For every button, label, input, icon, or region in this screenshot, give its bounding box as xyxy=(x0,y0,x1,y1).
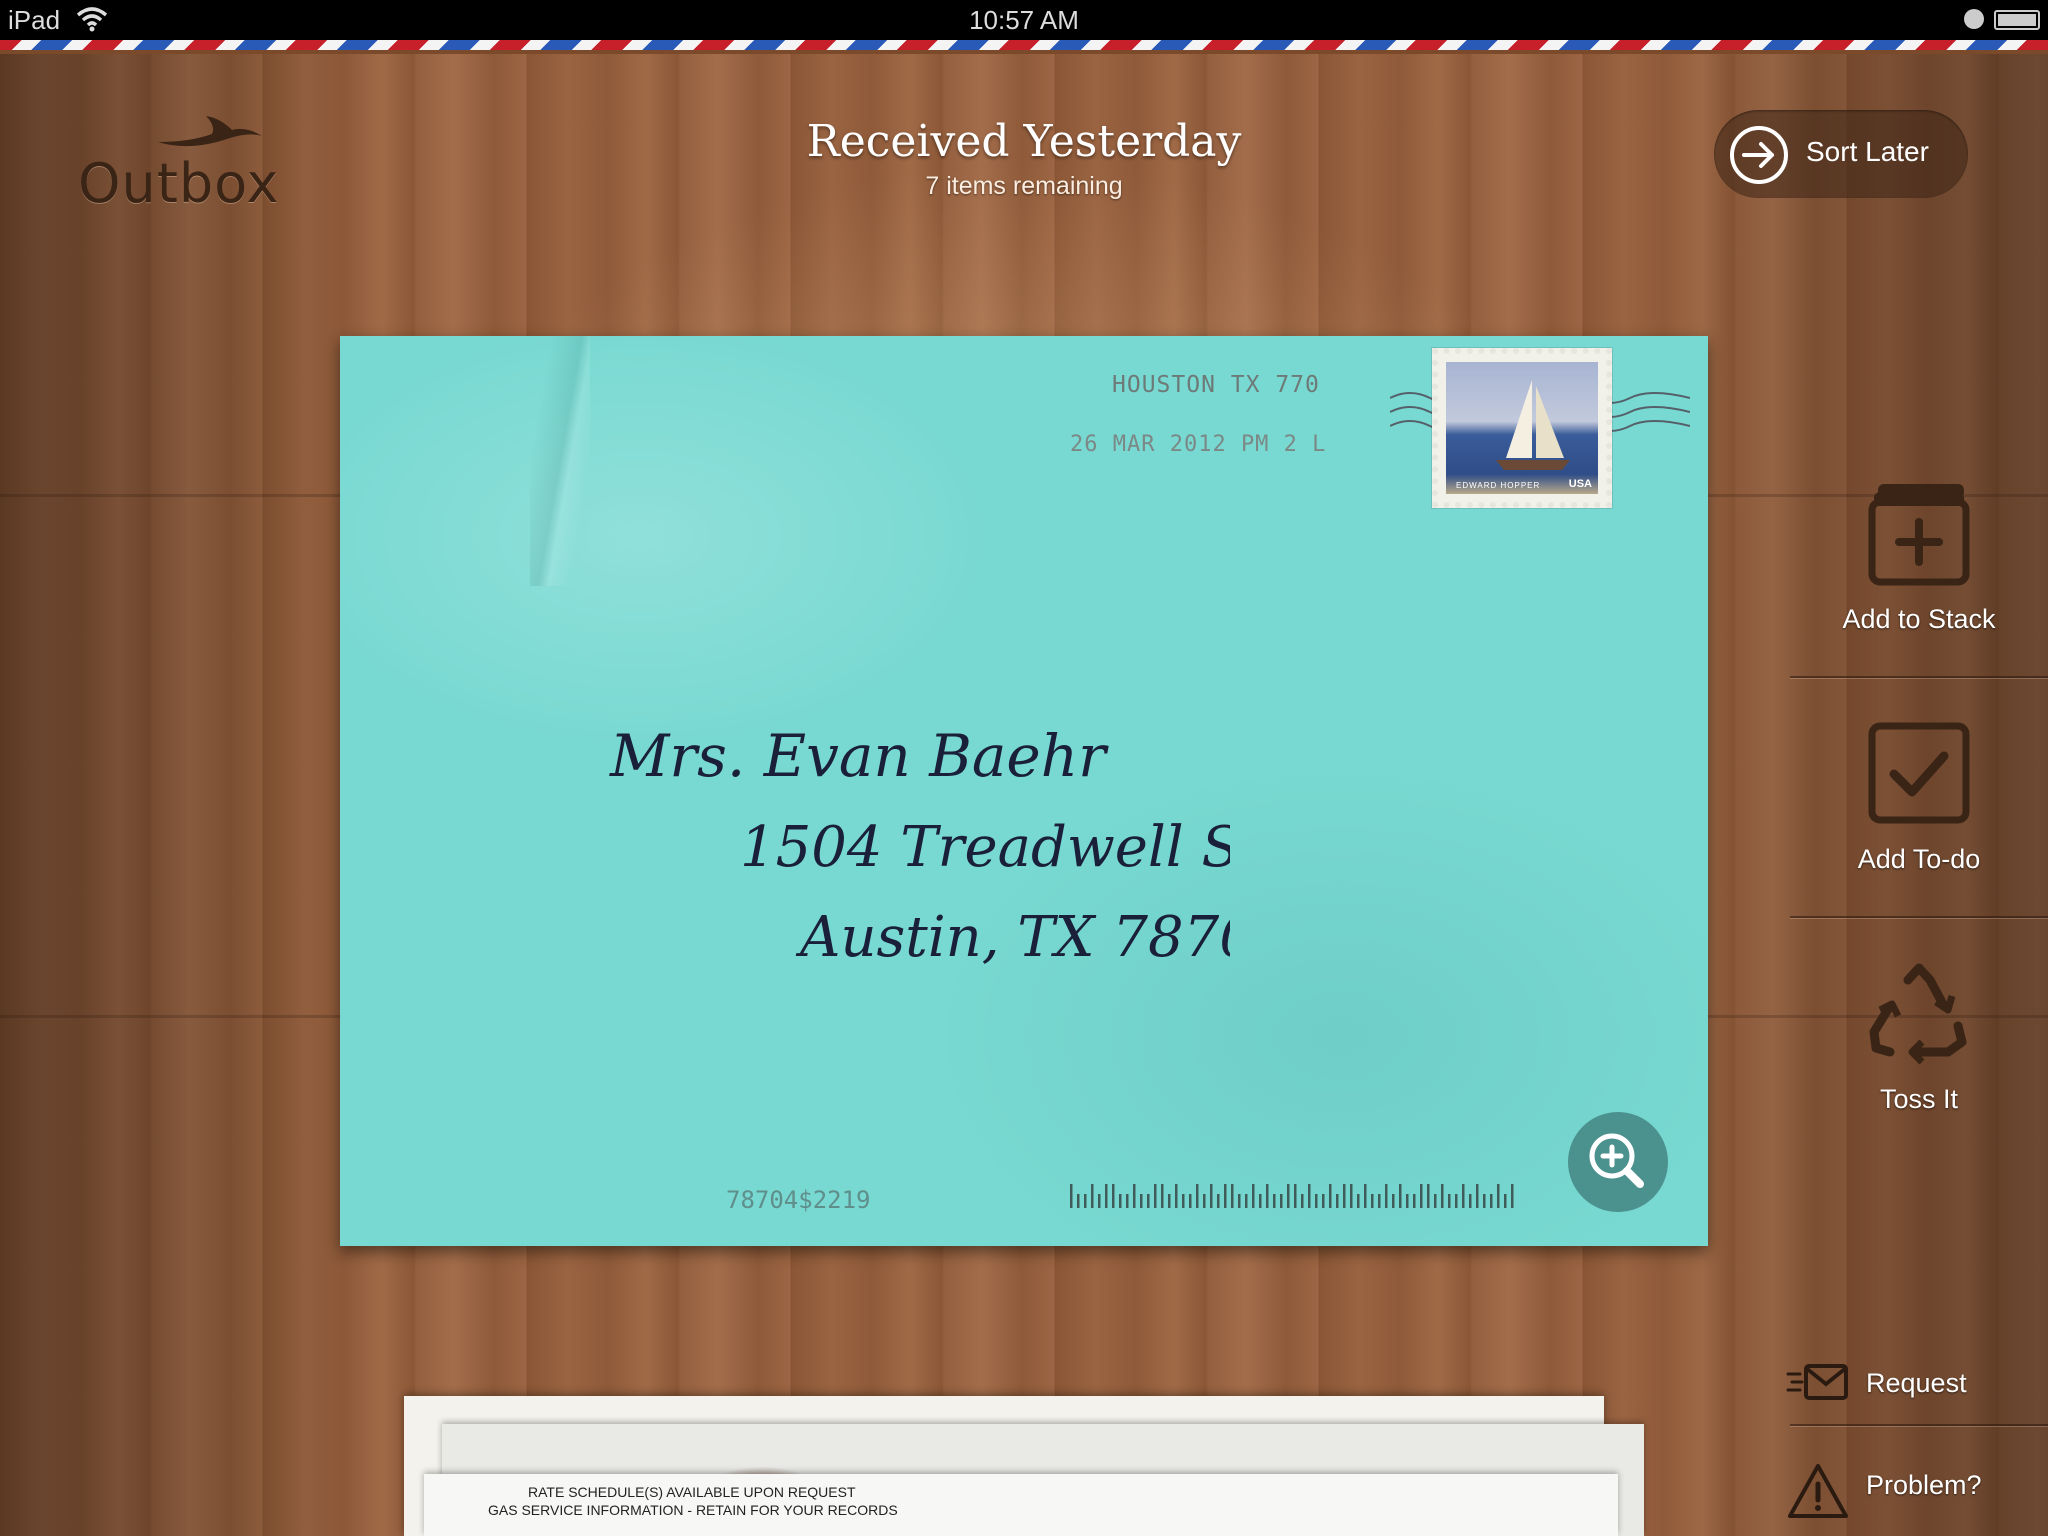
arrow-circle-right-icon xyxy=(1730,126,1788,184)
zoom-button[interactable] xyxy=(1568,1112,1668,1212)
postmark-city: HOUSTON TX 770 xyxy=(1112,372,1320,398)
add-to-stack-button[interactable]: Add to Stack xyxy=(1790,480,2048,635)
problem-label: Problem? xyxy=(1866,1470,1982,1500)
request-label: Request xyxy=(1866,1368,1967,1398)
printed-zip-code: 78704$2219 xyxy=(726,1186,871,1214)
address-line-1: Mrs. Evan Baehr xyxy=(609,722,1109,790)
handwritten-address: Mrs. Evan Baehr 1504 Treadwell Street Au… xyxy=(609,722,1230,970)
toss-it-label: Toss It xyxy=(1879,1084,1959,1114)
problem-button[interactable]: Problem? xyxy=(1786,1456,2048,1518)
mail-item-envelope[interactable]: HOUSTON TX 770 26 MAR 2012 PM 2 L EDWARD… xyxy=(340,336,1708,1246)
status-bar: iPad 10:57 AM xyxy=(0,0,2048,40)
airmail-stripe xyxy=(0,40,2048,50)
action-divider xyxy=(1790,676,2048,678)
add-todo-button[interactable]: Add To-do xyxy=(1790,720,2048,875)
sort-later-button[interactable]: Sort Later xyxy=(1714,110,1968,198)
postal-barcode xyxy=(1070,1184,1514,1208)
sailboat-stamp-image: EDWARD HOPPER USA xyxy=(1446,362,1598,494)
recycle-icon xyxy=(1869,963,1967,1065)
action-divider xyxy=(1790,916,2048,918)
request-button[interactable]: Request xyxy=(1786,1354,2048,1414)
zoom-in-icon xyxy=(1589,1133,1644,1188)
bill-line-1: RATE SCHEDULE(S) AVAILABLE UPON REQUEST xyxy=(528,1484,856,1500)
add-todo-label: Add To-do xyxy=(1857,844,1981,874)
address-line-2: 1504 Treadwell Street xyxy=(740,815,1230,880)
toss-it-button[interactable]: Toss It xyxy=(1790,960,2048,1115)
warning-icon xyxy=(1788,1464,1848,1518)
add-to-stack-label: Add to Stack xyxy=(1842,604,1996,634)
bill-line-2: GAS SERVICE INFORMATION - RETAIN FOR YOU… xyxy=(488,1502,898,1518)
sort-later-label: Sort Later xyxy=(1806,136,1929,167)
address-line-3: Austin, TX 78704 xyxy=(795,905,1230,970)
checkbox-icon xyxy=(1868,722,1970,824)
status-time: 10:57 AM xyxy=(969,5,1079,35)
stamp-country: USA xyxy=(1568,478,1592,490)
envelope-send-icon xyxy=(1786,1364,1848,1400)
add-to-stack-icon xyxy=(1868,484,1970,586)
envelope-crease xyxy=(530,336,590,586)
next-item-bill[interactable]: RATE SCHEDULE(S) AVAILABLE UPON REQUEST … xyxy=(424,1474,1618,1536)
battery-icon xyxy=(1994,10,2040,30)
clock-icon xyxy=(1964,9,1984,29)
postage-stamp: EDWARD HOPPER USA xyxy=(1432,348,1612,508)
action-divider xyxy=(1790,1424,2048,1426)
stamp-artist: EDWARD HOPPER xyxy=(1456,481,1541,490)
postmark-date: 26 MAR 2012 PM 2 L xyxy=(1070,432,1327,457)
